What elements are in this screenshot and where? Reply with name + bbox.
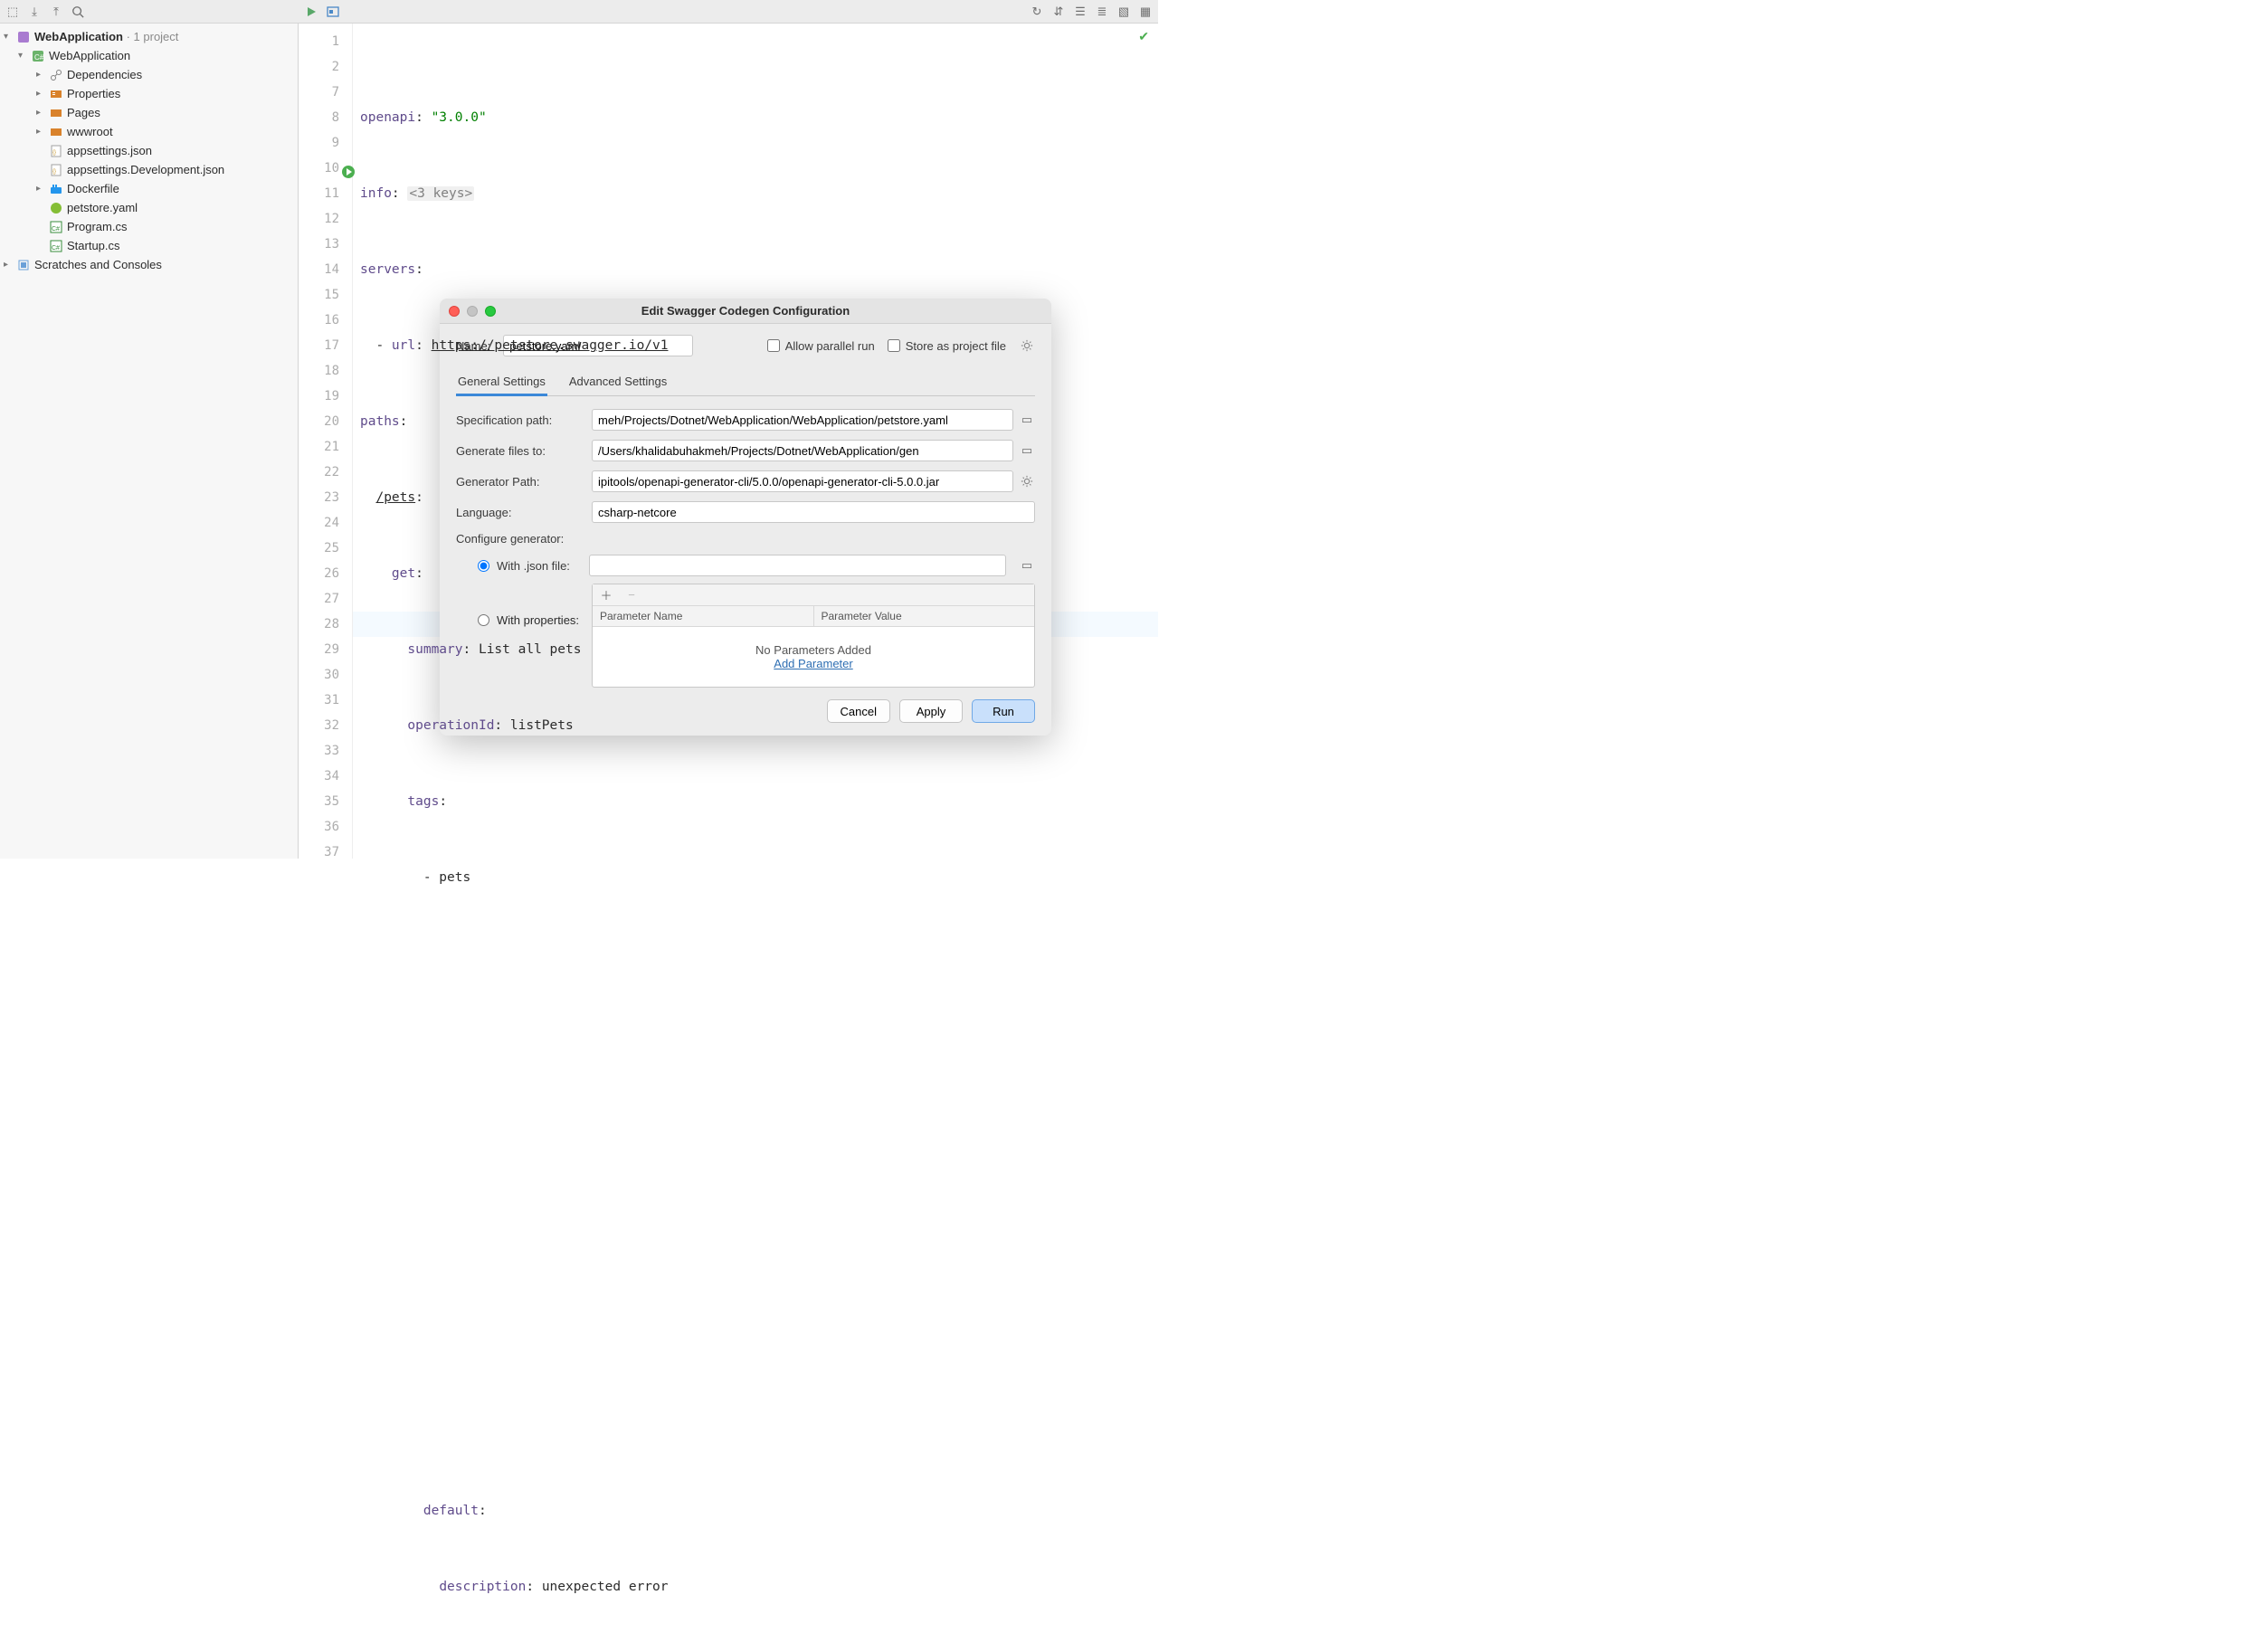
svg-text:{}: {} <box>52 169 56 175</box>
sync-icon[interactable]: ↻ <box>1028 3 1046 21</box>
sidebar-item-wwwroot[interactable]: ▸ wwwroot <box>0 122 298 141</box>
dialog-titlebar: Edit Swagger Codegen Configuration <box>440 299 1051 324</box>
image2-icon[interactable]: ▦ <box>1136 3 1154 21</box>
sidebar-file-petstore[interactable]: petstore.yaml <box>0 198 298 217</box>
window-zoom-icon[interactable] <box>485 306 496 317</box>
gutter-run-icon[interactable] <box>341 165 356 179</box>
solution-node[interactable]: ▾ WebApplication · 1 project <box>0 27 298 46</box>
sidebar-file-startup[interactable]: C# Startup.cs <box>0 236 298 255</box>
svg-text:C#: C# <box>52 226 60 233</box>
sidebar-item-pages[interactable]: ▸ Pages <box>0 103 298 122</box>
sidebar-file-dockerfile[interactable]: ▸ Dockerfile <box>0 179 298 198</box>
image-icon[interactable]: ▧ <box>1115 3 1133 21</box>
codegen-dialog: Edit Swagger Codegen Configuration Name:… <box>440 299 1051 736</box>
ok-check-icon: ✔ <box>1138 29 1149 44</box>
solution-suffix: · 1 project <box>123 30 178 43</box>
param-value-col: Parameter Value <box>814 606 1035 626</box>
sidebar-item-properties[interactable]: ▸ Properties <box>0 84 298 103</box>
main-toolbar: ⬚ ⤓ ⤒ ↻ ⇵ ☰ ≣ ▧ ▦ <box>0 0 1158 24</box>
expand-up-icon[interactable]: ⤒ <box>47 3 65 21</box>
svg-text:C#: C# <box>52 245 60 252</box>
window-minimize-icon[interactable] <box>467 306 478 317</box>
folder-icon[interactable]: ▭ <box>1019 442 1035 459</box>
sidebar-file-appsettings-dev[interactable]: {} appsettings.Development.json <box>0 160 298 179</box>
collapse-icon[interactable]: ⬚ <box>4 3 22 21</box>
dialog-tabs: General Settings Advanced Settings <box>456 369 1035 396</box>
sidebar-file-program[interactable]: C# Program.cs <box>0 217 298 236</box>
sidebar-scratches[interactable]: ▸ Scratches and Consoles <box>0 255 298 274</box>
project-node[interactable]: ▾ C# WebApplication <box>0 46 298 65</box>
line-gutter: 1278910111213141516171819202122232425262… <box>299 24 353 859</box>
param-name-col: Parameter Name <box>593 606 814 626</box>
compare-icon[interactable]: ⇵ <box>1050 3 1068 21</box>
project-sidebar: ▾ WebApplication · 1 project ▾ C# WebApp… <box>0 24 299 859</box>
svg-text:C#: C# <box>34 53 44 62</box>
list2-icon[interactable]: ≣ <box>1093 3 1111 21</box>
add-icon[interactable]: ＋ <box>598 587 614 603</box>
config-gen-label: Configure generator: <box>456 532 592 546</box>
sidebar-item-dependencies[interactable]: ▸ Dependencies <box>0 65 298 84</box>
search-icon[interactable] <box>69 3 87 21</box>
with-props-label: With properties: <box>497 613 579 627</box>
svg-text:{}: {} <box>52 150 56 156</box>
window-close-icon[interactable] <box>449 306 460 317</box>
solution-name: WebApplication <box>34 30 123 43</box>
tab-advanced[interactable]: Advanced Settings <box>567 369 669 395</box>
gen-to-input[interactable] <box>592 440 1013 461</box>
preview-icon[interactable] <box>324 3 342 21</box>
sidebar-file-appsettings[interactable]: {} appsettings.json <box>0 141 298 160</box>
project-name: WebApplication <box>49 49 130 62</box>
dialog-title: Edit Swagger Codegen Configuration <box>641 304 850 318</box>
with-props-radio[interactable] <box>478 614 489 626</box>
remove-icon[interactable]: − <box>623 587 640 603</box>
expand-down-icon[interactable]: ⤓ <box>25 3 43 21</box>
run-icon[interactable] <box>302 3 320 21</box>
tab-general[interactable]: General Settings <box>456 369 547 396</box>
list-icon[interactable]: ☰ <box>1071 3 1089 21</box>
gen-to-label: Generate files to: <box>456 444 592 458</box>
parameters-table: ＋ − Parameter Name Parameter Value No Pa… <box>592 584 1035 688</box>
